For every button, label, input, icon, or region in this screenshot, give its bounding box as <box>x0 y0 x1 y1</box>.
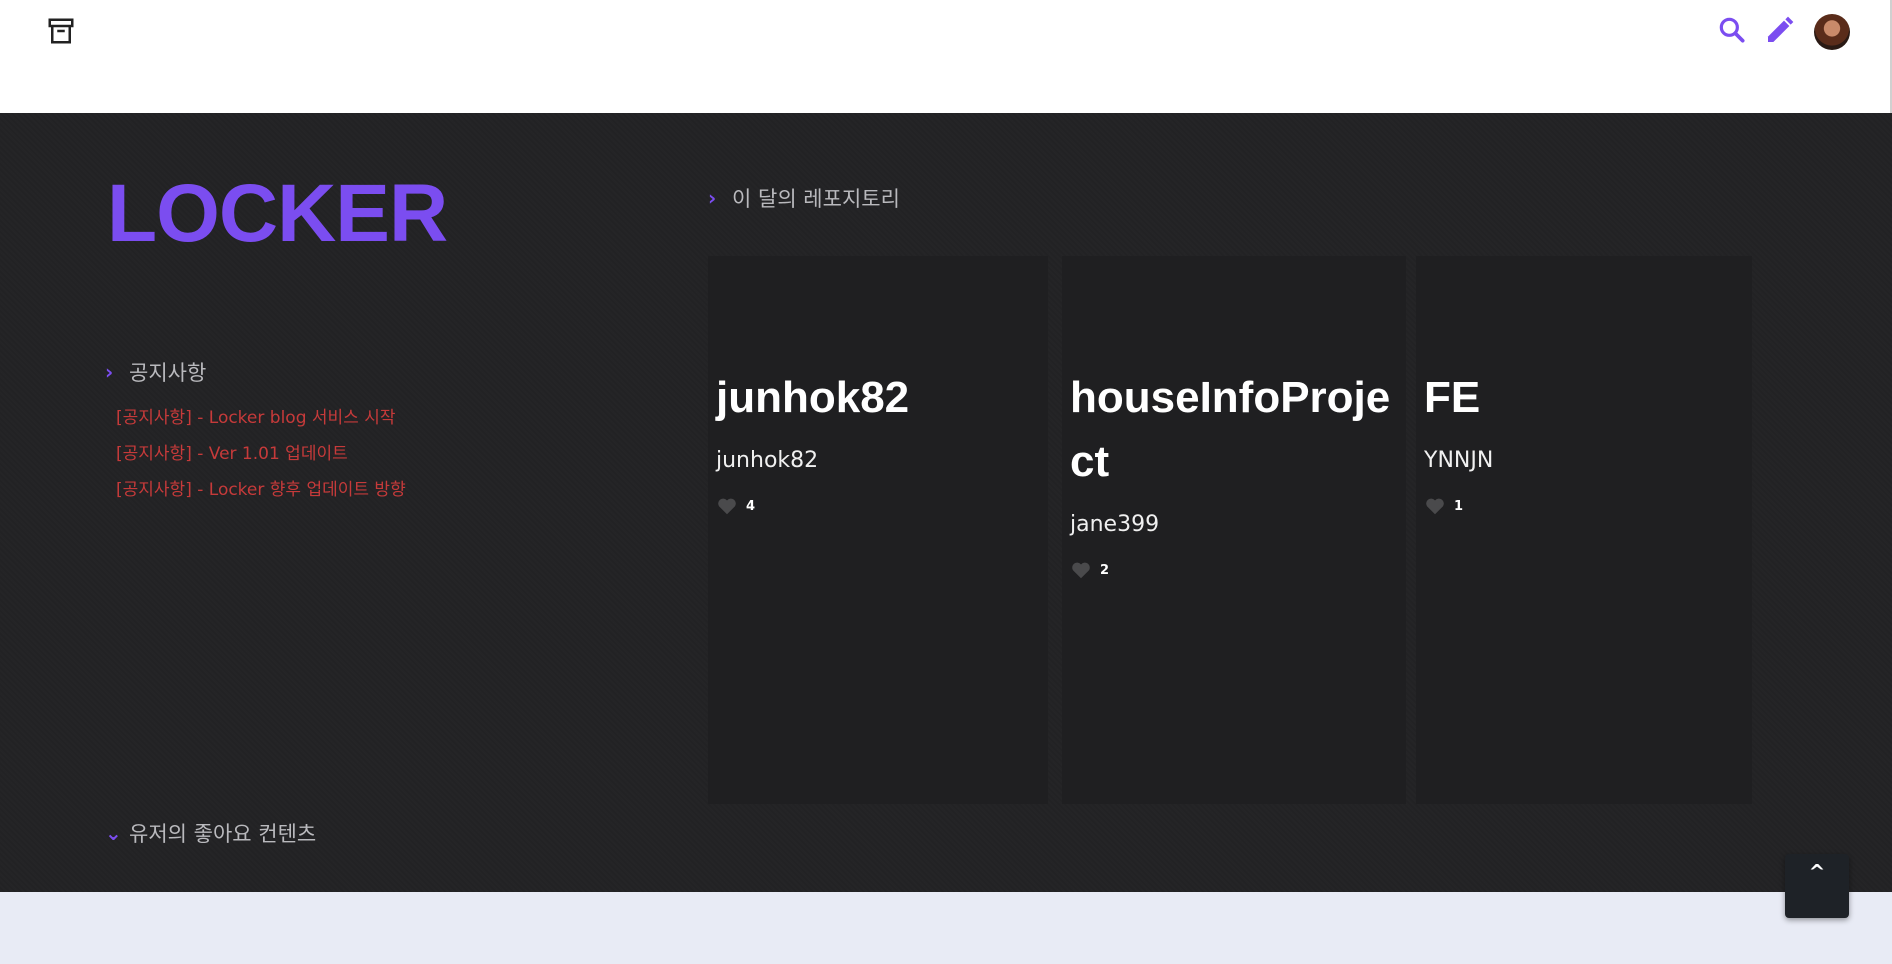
liked-heading: 유저의 좋아요 컨텐츠 <box>129 822 317 846</box>
notice-item[interactable]: [공지사항] - Locker 향후 업데이트 방향 <box>116 472 406 508</box>
archive-icon[interactable] <box>46 16 76 46</box>
heart-icon[interactable] <box>716 495 738 517</box>
repo-card[interactable]: FE YNNJN 1 <box>1416 256 1752 804</box>
footer-band <box>0 892 1892 964</box>
heart-icon[interactable] <box>1070 559 1092 581</box>
notice-section-toggle[interactable]: › 공지사항 <box>105 357 206 387</box>
repo-title: houseInfoProject <box>1070 373 1391 486</box>
repo-heading: 이 달의 레포지토리 <box>732 187 900 211</box>
notice-list: [공지사항] - Locker blog 서비스 시작 [공지사항] - Ver… <box>116 400 406 508</box>
scroll-top-button[interactable]: ^ <box>1785 854 1849 918</box>
chevron-up-icon: ^ <box>1808 860 1826 884</box>
repo-section-toggle[interactable]: › 이 달의 레포지토리 <box>708 183 900 213</box>
chevron-right-icon: › <box>105 360 114 384</box>
liked-section-toggle[interactable]: ⌄ 유저의 좋아요 컨텐츠 <box>105 818 316 848</box>
notice-item[interactable]: [공지사항] - Locker blog 서비스 시작 <box>116 400 406 436</box>
repo-card[interactable]: junhok82 junhok82 4 <box>708 256 1048 804</box>
brand-logo: LOCKER <box>107 168 448 259</box>
like-count: 1 <box>1454 498 1464 514</box>
chevron-down-icon: ⌄ <box>105 821 122 845</box>
top-header <box>0 0 1892 113</box>
chevron-right-icon: › <box>708 186 717 210</box>
repo-likes: 1 <box>1424 495 1752 517</box>
like-count: 2 <box>1100 562 1110 578</box>
heart-icon[interactable] <box>1424 495 1446 517</box>
repo-title: junhok82 <box>716 373 910 422</box>
repo-likes: 4 <box>716 495 1048 517</box>
like-count: 4 <box>746 498 756 514</box>
main-content: LOCKER › 공지사항 [공지사항] - Locker blog 서비스 시… <box>0 113 1892 892</box>
repo-likes: 2 <box>1070 559 1406 581</box>
notice-item[interactable]: [공지사항] - Ver 1.01 업데이트 <box>116 436 406 472</box>
repo-owner: YNNJN <box>1424 448 1494 473</box>
repo-card[interactable]: houseInfoProject jane399 2 <box>1062 256 1406 804</box>
repo-owner: jane399 <box>1070 512 1160 537</box>
search-icon[interactable] <box>1716 14 1748 46</box>
repo-owner: junhok82 <box>716 448 819 473</box>
repo-title: FE <box>1424 373 1481 422</box>
notice-heading: 공지사항 <box>129 361 207 385</box>
pencil-icon[interactable] <box>1764 14 1796 46</box>
user-avatar[interactable] <box>1814 14 1850 50</box>
